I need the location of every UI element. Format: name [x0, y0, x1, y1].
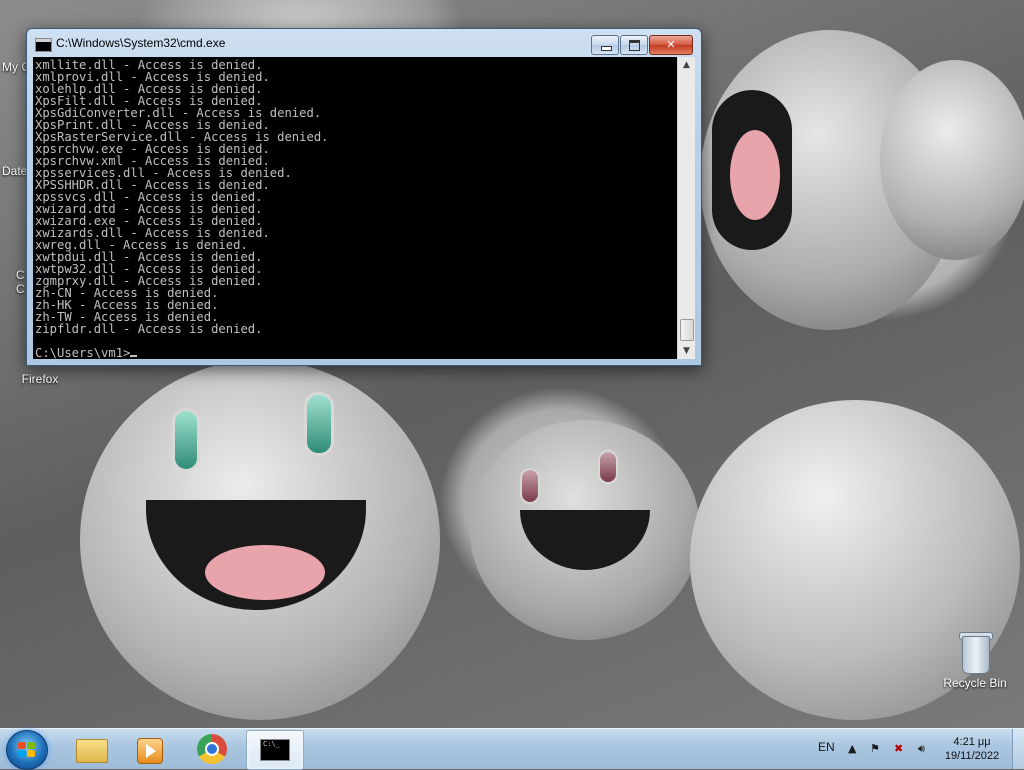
clock-time: 4:21 μμ — [953, 736, 991, 748]
desktop-icon-label: Firefox — [21, 372, 59, 386]
titlebar[interactable]: C:\Windows\System32\cmd.exe ✕ — [27, 29, 701, 57]
close-icon: ✕ — [666, 38, 676, 51]
console-text: xmllite.dll - Access is denied. xmlprovi… — [33, 57, 677, 359]
vertical-scrollbar[interactable]: ▲ ▼ — [677, 57, 695, 359]
desktop-icon-partial[interactable]: Date — [2, 162, 27, 178]
desktop-icon-label: C — [16, 282, 25, 296]
close-button[interactable]: ✕ — [649, 35, 693, 55]
console-line: zipfldr.dll - Access is denied. — [35, 322, 263, 336]
maximize-icon — [629, 40, 640, 51]
taskbar-cmd-button[interactable]: C:\_ — [246, 730, 304, 770]
scroll-thumb[interactable] — [680, 319, 694, 341]
wallpaper-tongue — [730, 130, 780, 220]
console-prompt: C:\Users\vm1> — [35, 346, 131, 359]
start-button[interactable] — [6, 730, 48, 770]
cmd-icon — [35, 38, 52, 52]
folder-icon — [76, 739, 108, 763]
window-controls: ✕ — [590, 35, 693, 55]
cmd-window[interactable]: C:\Windows\System32\cmd.exe ✕ xmllite.dl… — [26, 28, 702, 366]
wallpaper-eye — [598, 450, 618, 484]
chrome-icon — [197, 734, 227, 764]
wallpaper-eye — [304, 392, 334, 456]
media-player-icon — [137, 738, 163, 764]
window-title: C:\Windows\System32\cmd.exe — [56, 36, 226, 50]
cmd-icon: C:\_ — [260, 739, 290, 761]
minimize-icon — [601, 46, 612, 51]
action-center-icon[interactable]: ⚑ — [870, 742, 880, 755]
wallpaper-eye — [172, 408, 200, 472]
volume-icon[interactable]: 🔊︎ — [918, 742, 925, 756]
desktop-icon-label: Date — [2, 164, 28, 178]
text-cursor — [130, 355, 138, 357]
maximize-button[interactable] — [620, 35, 648, 55]
network-icon[interactable]: ✖ — [894, 742, 903, 755]
minimize-button[interactable] — [591, 35, 619, 55]
show-desktop-button[interactable] — [1012, 729, 1024, 769]
wallpaper-eye — [520, 468, 540, 504]
show-hidden-icons-icon[interactable]: ▲ — [848, 742, 856, 755]
taskbar-chrome-button[interactable] — [184, 730, 240, 768]
scroll-up-arrow-icon[interactable]: ▲ — [678, 57, 695, 73]
recycle-bin-icon — [958, 630, 993, 674]
desktop-icon-recycle-bin[interactable]: Recycle Bin — [940, 630, 1010, 690]
desktop-icon-firefox[interactable]: Firefox — [18, 370, 62, 386]
taskbar-explorer-button[interactable] — [62, 730, 118, 768]
scroll-down-arrow-icon[interactable]: ▼ — [678, 343, 695, 359]
clock[interactable]: 4:21 μμ 19/11/2022 — [940, 735, 1004, 763]
taskbar-media-player-button[interactable] — [122, 730, 178, 768]
desktop-icon-label: Recycle Bin — [943, 676, 1007, 690]
taskbar: C:\_ EN ▲ ⚑ ✖ 🔊︎ 4:21 μμ 19/11/2022 — [0, 728, 1024, 770]
desktop-icon-partial[interactable]: C — [16, 280, 25, 296]
language-indicator[interactable]: EN — [818, 740, 835, 754]
wallpaper-figure — [880, 60, 1024, 260]
clock-date: 19/11/2022 — [944, 750, 1000, 762]
windows-logo-icon — [18, 742, 36, 758]
wallpaper-tongue — [205, 545, 325, 600]
console-output[interactable]: xmllite.dll - Access is denied. xmlprovi… — [33, 57, 677, 359]
